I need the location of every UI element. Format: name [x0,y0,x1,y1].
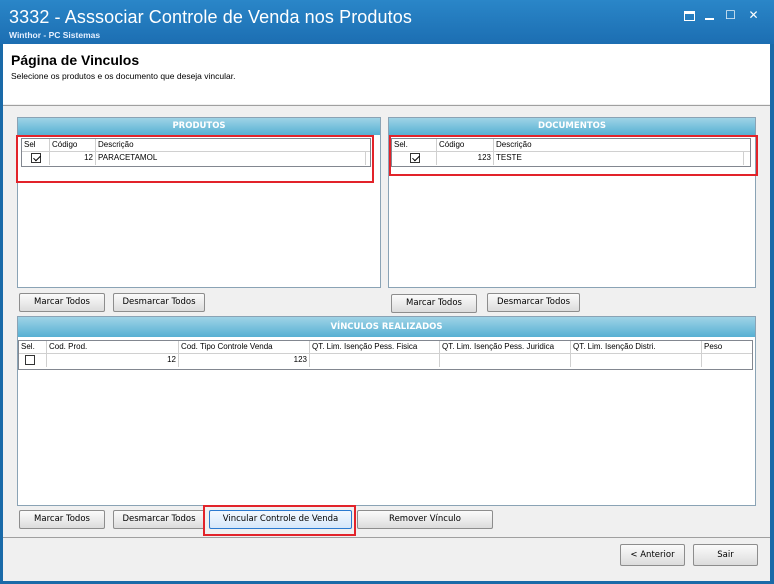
vinculos-marcar-todos-button[interactable]: Marcar Todos [19,510,105,529]
row-select-cell[interactable] [392,152,437,165]
produtos-grid-header: Sel Código Descrição [22,139,370,152]
column-header-codigo[interactable]: Código [50,139,96,151]
row-checkbox[interactable] [410,153,420,163]
descricao-cell: TESTE [494,152,744,165]
sair-label: Sair [717,550,734,560]
window-controls: ☐ ✕ [684,9,760,22]
vincular-controle-button[interactable]: Vincular Controle de Venda [209,510,352,529]
restore-icon[interactable] [684,11,695,21]
content-area: PRODUTOS Sel Código Descrição 12 PARACET… [6,107,767,536]
qt-fisica-cell [310,354,440,367]
column-header-descricao[interactable]: Descrição [96,139,366,151]
column-header-peso[interactable]: Peso [702,341,752,353]
window-title: 3332 - Asssociar Controle de Venda nos P… [9,7,412,27]
close-icon[interactable]: ✕ [747,9,760,22]
cod-prod-cell: 12 [47,354,179,367]
vinculos-header: VÍNCULOS REALIZADOS [18,317,755,337]
vinculos-desmarcar-todos-button[interactable]: Desmarcar Todos [113,510,205,529]
table-row[interactable]: 12 123 [19,354,752,367]
column-header-sel[interactable]: Sel. [392,139,437,151]
column-header-sel[interactable]: Sel [22,139,50,151]
descricao-cell: PARACETAMOL [96,152,366,165]
page-header: Página de Vinculos Selecione os produtos… [3,44,770,104]
produtos-grid[interactable]: Sel Código Descrição 12 PARACETAMOL [21,138,371,167]
remover-vinculo-button[interactable]: Remover Vínculo [357,510,493,529]
page-description: Selecione os produtos e os documento que… [11,71,236,81]
documentos-grid-header: Sel. Código Descrição [392,139,750,152]
client-area: Página de Vinculos Selecione os produtos… [3,44,770,581]
row-checkbox[interactable] [31,153,41,163]
cod-tipo-cell: 123 [179,354,310,367]
row-select-cell[interactable] [22,152,50,165]
column-header-qt-fisica[interactable]: QT. Lim. Isenção Pess. Fisica [310,341,440,353]
documentos-header: DOCUMENTOS [389,118,755,135]
app-window: 3332 - Asssociar Controle de Venda nos P… [0,0,774,584]
documentos-desmarcar-todos-button[interactable]: Desmarcar Todos [487,293,580,312]
page-title: Página de Vinculos [11,52,140,68]
minimize-icon[interactable] [705,11,714,20]
vinculos-grid[interactable]: Sel. Cod. Prod. Cod. Tipo Controle Venda… [18,340,753,370]
column-header-qt-distri[interactable]: QT. Lim. Isenção Distri. [571,341,702,353]
column-header-cod-tipo[interactable]: Cod. Tipo Controle Venda [179,341,310,353]
qt-juridica-cell [440,354,571,367]
row-checkbox[interactable] [25,355,35,365]
codigo-cell: 123 [437,152,494,165]
produtos-panel: PRODUTOS Sel Código Descrição 12 PARACET… [17,117,381,288]
qt-distri-cell [571,354,702,367]
footer-divider [3,537,770,538]
produtos-marcar-todos-button[interactable]: Marcar Todos [19,293,105,312]
sair-button[interactable]: Sair [693,544,758,566]
documentos-marcar-todos-button[interactable]: Marcar Todos [391,294,477,313]
column-header-codigo[interactable]: Código [437,139,494,151]
produtos-header: PRODUTOS [18,118,380,135]
window-subtitle: Winthor - PC Sistemas [9,30,101,40]
maximize-icon[interactable]: ☐ [724,9,737,22]
vinculos-grid-header: Sel. Cod. Prod. Cod. Tipo Controle Venda… [19,341,752,354]
documentos-grid[interactable]: Sel. Código Descrição 123 TESTE [391,138,751,167]
table-row[interactable]: 123 TESTE [392,152,750,165]
produtos-desmarcar-todos-button[interactable]: Desmarcar Todos [113,293,205,312]
column-header-qt-juridica[interactable]: QT. Lim. Isenção Pess. Juridica [440,341,571,353]
codigo-cell: 12 [50,152,96,165]
column-header-cod-prod[interactable]: Cod. Prod. [47,341,179,353]
documentos-panel: DOCUMENTOS Sel. Código Descrição 123 TES… [388,117,756,288]
anterior-label: < Anterior [630,550,675,560]
vinculos-panel: VÍNCULOS REALIZADOS Sel. Cod. Prod. Cod.… [17,316,756,506]
row-select-cell[interactable] [19,354,47,367]
title-bar[interactable]: 3332 - Asssociar Controle de Venda nos P… [0,0,774,44]
peso-cell [702,354,752,367]
column-header-descricao[interactable]: Descrição [494,139,744,151]
column-header-sel[interactable]: Sel. [19,341,47,353]
header-divider [3,105,770,106]
anterior-button[interactable]: < Anterior [620,544,685,566]
table-row[interactable]: 12 PARACETAMOL [22,152,370,165]
